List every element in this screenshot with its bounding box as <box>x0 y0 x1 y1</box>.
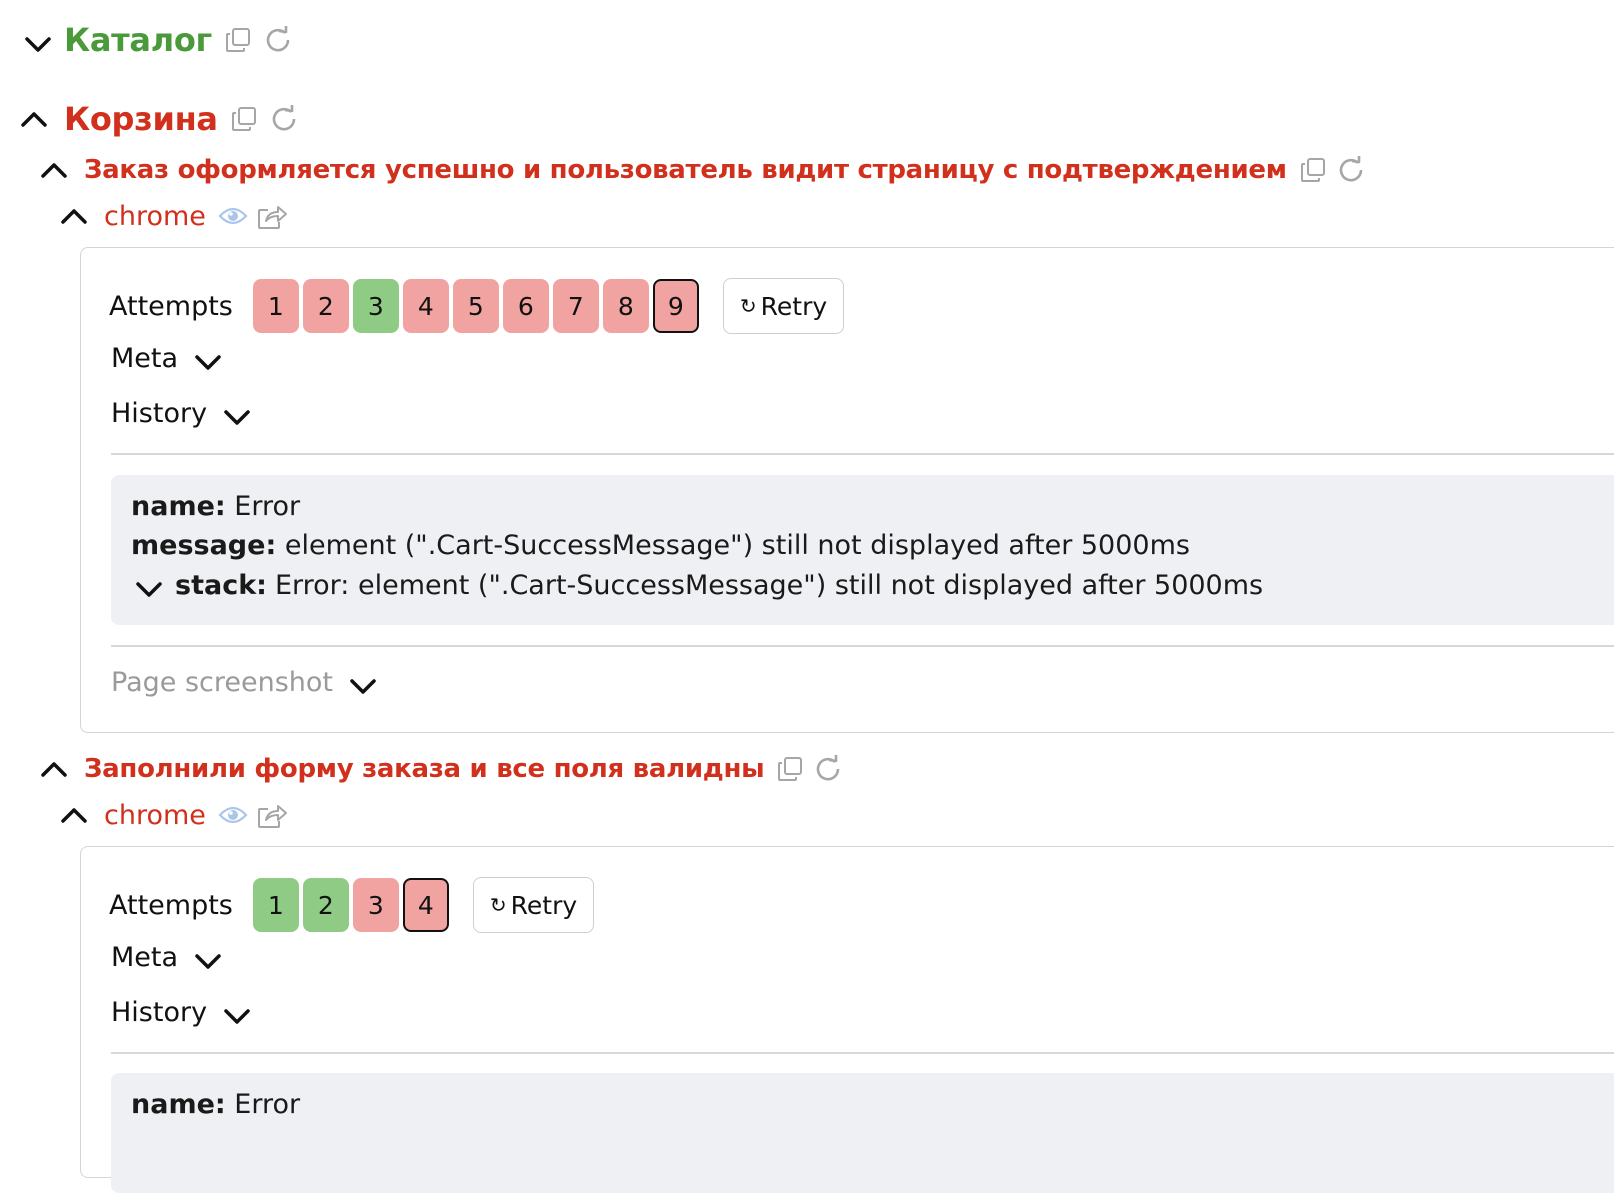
attempts-list: 123456789 <box>252 279 703 333</box>
attempt-button[interactable]: 3 <box>352 878 399 932</box>
chevron-down-icon <box>135 580 163 598</box>
eye-icon[interactable] <box>218 804 248 826</box>
error-message: message: element (".Cart-SuccessMessage"… <box>131 530 1190 561</box>
chevron-down-icon <box>223 1007 251 1025</box>
chevron-down-icon[interactable] <box>24 35 52 53</box>
attempt-button[interactable]: 9 <box>652 279 699 333</box>
share-icon[interactable] <box>256 202 288 230</box>
browser-name[interactable]: chrome <box>104 201 206 232</box>
attempt-button[interactable]: 7 <box>552 279 599 333</box>
history-toggle[interactable]: History <box>111 393 251 433</box>
chevron-up-icon[interactable] <box>40 161 68 179</box>
chevron-up-icon[interactable] <box>60 806 88 824</box>
attempt-button[interactable]: 4 <box>402 279 449 333</box>
chevron-up-icon[interactable] <box>20 110 48 128</box>
meta-label: Meta <box>111 941 179 973</box>
error-message-value: element (".Cart-SuccessMessage") still n… <box>284 530 1190 561</box>
copy-icon[interactable] <box>230 105 258 133</box>
share-icon[interactable] <box>256 801 288 829</box>
attempts-row: Attempts 123456789 ↻ Retry <box>109 276 845 336</box>
error-name: name: Error <box>131 491 300 522</box>
retry-icon: ↻ <box>739 294 757 318</box>
suite-header-catalog: Каталог <box>24 18 294 62</box>
copy-icon[interactable] <box>1299 156 1327 184</box>
attempts-label: Attempts <box>109 290 233 322</box>
chevron-down-icon <box>223 408 251 426</box>
error-details: name: Error <box>111 1073 1614 1193</box>
test-result-panel: Attempts 1234 ↻ Retry Meta History name: … <box>80 846 1614 1193</box>
attempt-button[interactable]: 1 <box>252 878 299 932</box>
error-name: name: Error <box>131 1089 300 1120</box>
history-toggle[interactable]: History <box>111 992 251 1032</box>
test-title[interactable]: Заказ оформляется успешно и пользователь… <box>84 155 1287 185</box>
chevron-down-icon <box>194 952 222 970</box>
browser-header: chrome <box>60 196 288 236</box>
chevron-up-icon[interactable] <box>40 760 68 778</box>
error-message-key: message: <box>131 530 277 561</box>
attempt-button[interactable]: 3 <box>352 279 399 333</box>
error-stack-value: Error: element (".Cart-SuccessMessage") … <box>274 570 1264 601</box>
test-result-panel: Attempts 123456789 ↻ Retry Meta History n… <box>80 247 1614 733</box>
divider <box>111 453 1614 455</box>
browser-header: chrome <box>60 795 288 835</box>
attempts-row: Attempts 1234 ↻ Retry <box>109 875 595 935</box>
meta-toggle[interactable]: Meta <box>111 937 222 977</box>
test-header: Заполнили форму заказа и все поля валидн… <box>40 749 844 789</box>
error-details: name: Error message: element (".Cart-Suc… <box>111 475 1614 625</box>
suite-header-cart: Корзина <box>20 96 300 142</box>
attempt-button[interactable]: 4 <box>402 878 449 932</box>
error-name-key: name: <box>131 491 226 522</box>
retry-button[interactable]: ↻ Retry <box>722 278 845 334</box>
suite-title[interactable]: Каталог <box>64 21 212 59</box>
retry-button[interactable]: ↻ Retry <box>472 877 595 933</box>
retry-label: Retry <box>760 291 828 321</box>
error-name-value: Error <box>234 1089 301 1120</box>
reload-icon[interactable] <box>814 754 844 784</box>
attempt-button[interactable]: 8 <box>602 279 649 333</box>
chevron-down-icon <box>349 677 377 695</box>
divider <box>111 645 1614 647</box>
error-stack-key: stack: <box>175 570 267 601</box>
copy-icon[interactable] <box>776 755 804 783</box>
divider <box>111 1052 1614 1054</box>
reload-icon[interactable] <box>264 25 294 55</box>
history-label: History <box>111 996 208 1028</box>
retry-label: Retry <box>510 890 578 920</box>
page-screenshot-label: Page screenshot <box>111 666 333 698</box>
attempt-button[interactable]: 2 <box>302 878 349 932</box>
attempt-button[interactable]: 2 <box>302 279 349 333</box>
history-label: History <box>111 397 208 429</box>
error-name-key: name: <box>131 1089 226 1120</box>
suite-title[interactable]: Корзина <box>64 100 218 138</box>
chevron-down-icon <box>194 353 222 371</box>
copy-icon[interactable] <box>224 26 252 54</box>
chevron-up-icon[interactable] <box>60 207 88 225</box>
error-name-value: Error <box>234 491 301 522</box>
error-stack[interactable]: stack: Error: element (".Cart-SuccessMes… <box>135 570 1263 601</box>
page-screenshot-toggle[interactable]: Page screenshot <box>111 662 377 702</box>
eye-icon[interactable] <box>218 205 248 227</box>
meta-label: Meta <box>111 342 179 374</box>
retry-icon: ↻ <box>489 893 507 917</box>
reload-icon[interactable] <box>1337 155 1367 185</box>
test-title[interactable]: Заполнили форму заказа и все поля валидн… <box>84 754 765 784</box>
browser-name[interactable]: chrome <box>104 800 206 831</box>
attempt-button[interactable]: 1 <box>252 279 299 333</box>
meta-toggle[interactable]: Meta <box>111 338 222 378</box>
attempts-label: Attempts <box>109 889 233 921</box>
attempt-button[interactable]: 5 <box>452 279 499 333</box>
attempts-list: 1234 <box>252 878 453 932</box>
test-header: Заказ оформляется успешно и пользователь… <box>40 150 1367 190</box>
attempt-button[interactable]: 6 <box>502 279 549 333</box>
reload-icon[interactable] <box>270 104 300 134</box>
